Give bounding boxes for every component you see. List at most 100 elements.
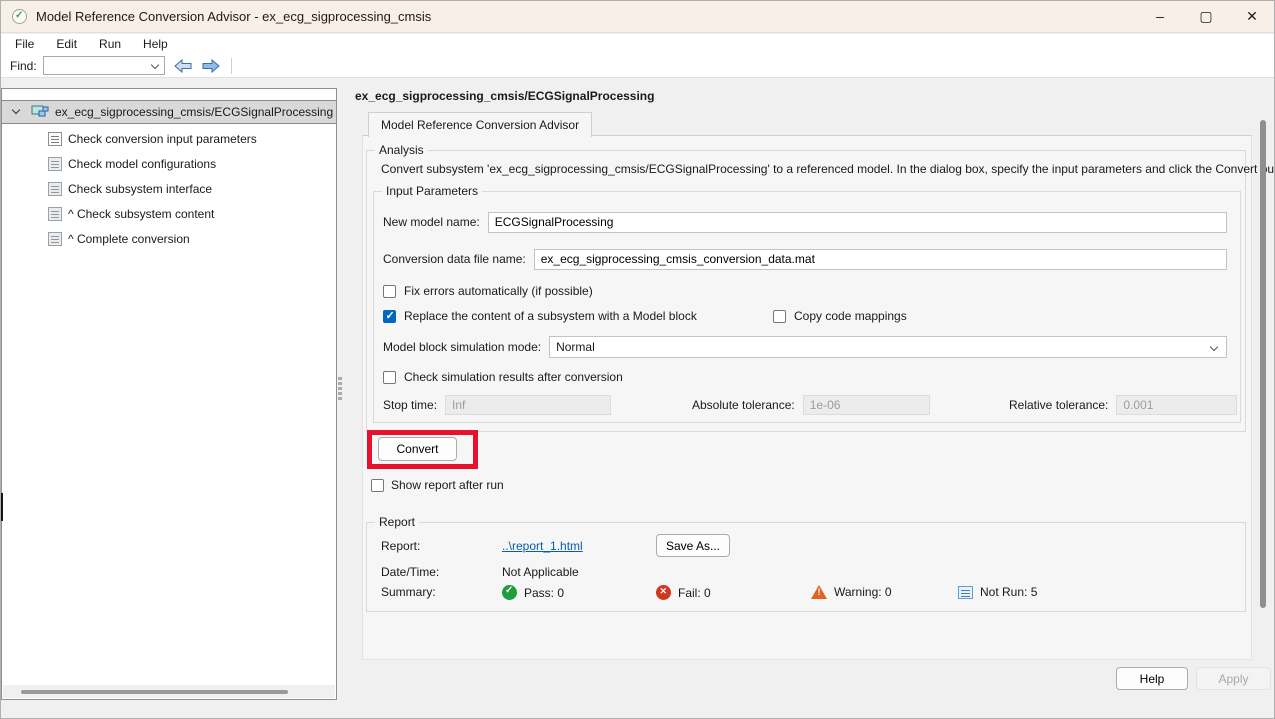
stop-time-label: Stop time: <box>383 398 437 412</box>
not-run-icon <box>958 586 973 599</box>
window-edge-artifact <box>0 493 3 521</box>
replace-content-label: Replace the content of a subsystem with … <box>404 309 697 323</box>
warning-count: Warning: 0 <box>834 585 892 599</box>
arrow-left-icon <box>173 58 193 74</box>
summary-label: Summary: <box>381 585 436 599</box>
sim-mode-dropdown[interactable]: Normal <box>549 336 1227 358</box>
menu-help[interactable]: Help <box>132 35 179 53</box>
find-label: Find: <box>10 59 37 73</box>
chevron-down-icon <box>1210 343 1218 351</box>
rel-tolerance-group: Relative tolerance: 0.001 <box>1009 395 1237 415</box>
analysis-groupbox: Analysis Convert subsystem 'ex_ecg_sigpr… <box>366 150 1246 432</box>
window-title: Model Reference Conversion Advisor - ex_… <box>36 9 431 24</box>
analysis-description: Convert subsystem 'ex_ecg_sigprocessing_… <box>381 162 1275 176</box>
expander-chevron-icon[interactable] <box>12 107 22 117</box>
show-report-checkbox[interactable] <box>371 479 384 492</box>
menu-bar: File Edit Run Help <box>0 34 1275 54</box>
find-previous-button[interactable] <box>173 58 193 74</box>
tab-label: Model Reference Conversion Advisor <box>381 118 579 132</box>
warning-summary: Warning: 0 <box>811 585 892 599</box>
menu-file[interactable]: File <box>4 35 45 53</box>
chevron-down-icon[interactable] <box>150 61 158 69</box>
copy-code-mappings-label: Copy code mappings <box>794 309 907 323</box>
abs-tolerance-group: Absolute tolerance: 1e-06 <box>692 395 930 415</box>
conversion-data-file-row: Conversion data file name: <box>374 247 1240 271</box>
notrun-summary: Not Run: 5 <box>958 585 1037 599</box>
conversion-data-file-label: Conversion data file name: <box>383 252 526 266</box>
check-list-icon <box>48 182 62 196</box>
report-file-link[interactable]: ..\report_1.html <box>502 539 583 553</box>
rel-tolerance-field: 0.001 <box>1116 395 1237 415</box>
tree-item-check-model-configurations[interactable]: Check model configurations <box>2 151 336 176</box>
sim-mode-row: Model block simulation mode: Normal <box>374 334 1240 360</box>
conversion-data-file-field[interactable] <box>534 249 1227 270</box>
close-button[interactable]: ✕ <box>1229 0 1275 32</box>
analysis-legend: Analysis <box>375 143 428 157</box>
maximize-button[interactable]: ▢ <box>1183 0 1229 32</box>
input-parameters-groupbox: Input Parameters New model name: Convers… <box>373 191 1241 423</box>
fix-errors-label: Fix errors automatically (if possible) <box>404 284 593 298</box>
check-sim-results-label: Check simulation results after conversio… <box>404 370 623 384</box>
pass-count: Pass: 0 <box>524 586 564 600</box>
report-link-row: Report: ..\report_1.html Save As... <box>367 539 1245 561</box>
fail-summary: Fail: 0 <box>656 585 711 600</box>
show-report-row: Show report after run <box>371 476 504 494</box>
apply-button: Apply <box>1196 667 1271 690</box>
check-doc-icon <box>48 132 62 146</box>
panel-splitter-handle[interactable] <box>337 377 343 403</box>
pass-summary: Pass: 0 <box>502 585 564 600</box>
scrollbar-thumb[interactable] <box>21 690 288 694</box>
tolerance-row: Stop time: Inf Absolute tolerance: 1e-06… <box>374 395 1240 415</box>
page-title: ex_ecg_sigprocessing_cmsis/ECGSignalProc… <box>355 89 654 103</box>
app-check-icon <box>12 9 27 24</box>
show-report-label: Show report after run <box>391 478 504 492</box>
fix-errors-checkbox[interactable] <box>383 285 396 298</box>
tree-item-check-subsystem-interface[interactable]: Check subsystem interface <box>2 176 336 201</box>
tree-item-check-subsystem-content[interactable]: ^ Check subsystem content <box>2 201 336 226</box>
check-sim-results-checkbox[interactable] <box>383 371 396 384</box>
check-list-icon <box>48 157 62 171</box>
replace-content-checkbox[interactable] <box>383 310 396 323</box>
model-reference-icon <box>31 105 49 120</box>
window-controls: – ▢ ✕ <box>1137 0 1275 32</box>
copy-code-mappings-group: Copy code mappings <box>773 309 907 323</box>
vertical-scrollbar[interactable] <box>1260 120 1266 608</box>
menu-run[interactable]: Run <box>88 35 132 53</box>
abs-tolerance-label: Absolute tolerance: <box>692 398 795 412</box>
new-model-name-field[interactable] <box>488 212 1227 233</box>
tree-item-check-conversion-input-parameters[interactable]: Check conversion input parameters <box>2 126 336 151</box>
stop-time-field: Inf <box>445 395 611 415</box>
find-toolbar: Find: <box>0 54 1275 78</box>
tree-item-complete-conversion[interactable]: ^ Complete conversion <box>2 226 336 251</box>
check-list-icon <box>48 207 62 221</box>
notrun-count: Not Run: 5 <box>980 585 1037 599</box>
sim-mode-label: Model block simulation mode: <box>383 340 541 354</box>
minimize-button[interactable]: – <box>1137 0 1183 32</box>
rel-tolerance-label: Relative tolerance: <box>1009 398 1108 412</box>
find-input[interactable] <box>44 58 144 73</box>
fail-count: Fail: 0 <box>678 586 711 600</box>
arrow-right-icon <box>201 58 221 74</box>
save-as-button[interactable]: Save As... <box>656 534 730 557</box>
help-button[interactable]: Help <box>1116 667 1188 690</box>
tree-root-label: ex_ecg_sigprocessing_cmsis/ECGSignalProc… <box>55 105 333 119</box>
check-sim-row: Check simulation results after conversio… <box>374 367 1240 387</box>
warning-icon <box>811 585 827 599</box>
menu-edit[interactable]: Edit <box>45 35 88 53</box>
tree-root-node[interactable]: ex_ecg_sigprocessing_cmsis/ECGSignalProc… <box>2 100 336 124</box>
summary-row: Summary: Pass: 0 Fail: 0 Warning: 0 Not … <box>367 585 1245 603</box>
datetime-label: Date/Time: <box>381 565 439 579</box>
convert-button[interactable]: Convert <box>378 437 457 461</box>
find-next-button[interactable] <box>201 58 221 74</box>
tree-horizontal-scrollbar[interactable] <box>3 685 335 698</box>
find-combobox[interactable] <box>43 56 165 75</box>
report-groupbox: Report Report: ..\report_1.html Save As.… <box>366 522 1246 612</box>
fail-icon <box>656 585 671 600</box>
toolbar-separator <box>231 58 232 74</box>
copy-code-mappings-checkbox[interactable] <box>773 310 786 323</box>
title-bar: Model Reference Conversion Advisor - ex_… <box>0 0 1275 33</box>
tab-model-reference-conversion-advisor[interactable]: Model Reference Conversion Advisor <box>368 112 592 137</box>
new-model-name-row: New model name: <box>374 210 1240 234</box>
pass-icon <box>502 585 517 600</box>
input-parameters-legend: Input Parameters <box>382 184 482 198</box>
